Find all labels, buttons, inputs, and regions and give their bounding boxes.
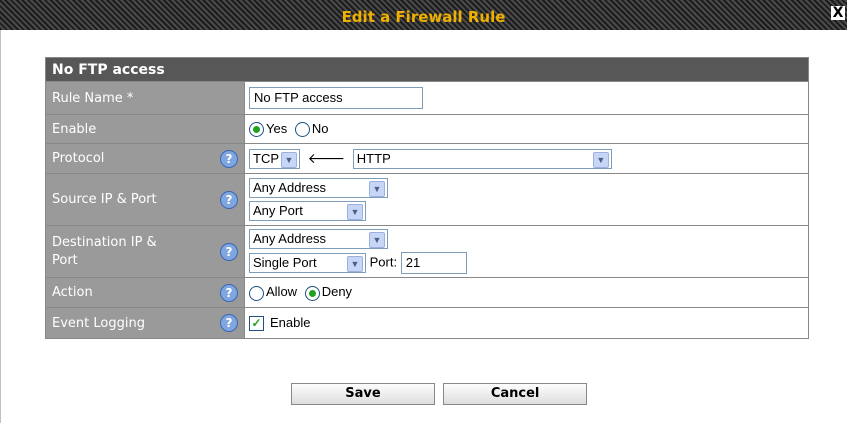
help-icon[interactable]: ?: [220, 149, 238, 168]
chevron-down-icon: ▼: [347, 204, 363, 220]
enable-row: Enable Yes No: [45, 114, 809, 144]
arrow-left-icon: 🡐: [307, 150, 346, 166]
chevron-down-icon: ▼: [347, 256, 363, 272]
destination-label: Destination IP & Port?: [45, 225, 245, 278]
action-row: Action? Allow Deny: [45, 277, 809, 308]
button-bar: Save Cancel: [291, 382, 590, 405]
left-border: [0, 30, 1, 423]
logging-label: Event Logging?: [45, 307, 245, 339]
rule-name-cell: No FTP access: [244, 81, 809, 115]
form-header-row: No FTP access: [45, 57, 809, 82]
help-icon[interactable]: ?: [220, 314, 238, 332]
service-select[interactable]: HTTP ▼: [352, 148, 612, 169]
enable-yes-label: Yes: [266, 120, 288, 136]
save-button[interactable]: Save: [291, 383, 435, 405]
enable-no-radio[interactable]: [294, 122, 310, 138]
source-port-select[interactable]: Any Port ▼: [249, 201, 366, 221]
dialog-title: Edit a Firewall Rule: [341, 8, 506, 26]
cancel-button[interactable]: Cancel: [443, 383, 588, 405]
source-label: Source IP & Port?: [45, 173, 245, 226]
rule-name-row: Rule Name * No FTP access: [45, 81, 809, 115]
enable-label: Enable: [45, 114, 245, 144]
enable-yes-radio[interactable]: [249, 122, 264, 138]
destination-port-input[interactable]: 21: [400, 252, 467, 274]
logging-cell: ✓ Enable: [244, 307, 809, 339]
rule-name-label: Rule Name *: [45, 81, 245, 115]
source-address-select[interactable]: Any Address ▼: [249, 178, 388, 198]
source-row: Source IP & Port? Any Address ▼ Any Port ▼: [45, 173, 809, 226]
action-allow-radio[interactable]: [249, 285, 264, 301]
rule-name-input[interactable]: No FTP access: [249, 87, 423, 109]
action-deny-label: Deny: [321, 284, 353, 300]
help-icon[interactable]: ?: [220, 283, 238, 302]
enable-cell: Yes No: [244, 114, 809, 144]
action-deny-radio[interactable]: [304, 285, 320, 301]
destination-row: Destination IP & Port? Any Address ▼ Sing…: [45, 225, 809, 278]
source-cell: Any Address ▼ Any Port ▼: [244, 173, 809, 226]
destination-cell: Any Address ▼ Single Port ▼ Port: 21: [244, 225, 809, 278]
action-allow-label: Allow: [266, 284, 298, 300]
protocol-row: Protocol? TCP ▼ 🡐 HTTP ▼: [45, 143, 809, 174]
action-label: Action?: [45, 277, 245, 308]
dialog-titlebar: Edit a Firewall Rule X: [0, 0, 847, 30]
help-icon[interactable]: ?: [220, 242, 238, 261]
help-icon[interactable]: ?: [220, 190, 238, 209]
destination-address-select[interactable]: Any Address ▼: [249, 229, 388, 249]
chevron-down-icon: ▼: [369, 232, 385, 248]
chevron-down-icon: ▼: [592, 151, 609, 168]
action-cell: Allow Deny: [244, 277, 809, 308]
protocol-select[interactable]: TCP ▼: [249, 148, 300, 169]
port-label: Port:: [369, 254, 398, 270]
destination-port-mode-select[interactable]: Single Port ▼: [249, 253, 366, 273]
close-icon[interactable]: X: [831, 6, 845, 20]
protocol-cell: TCP ▼ 🡐 HTTP ▼: [244, 143, 809, 174]
chevron-down-icon: ▼: [281, 151, 297, 168]
logging-checkbox-label: Enable: [270, 314, 311, 330]
form-header: No FTP access: [45, 57, 809, 82]
firewall-rule-form: No FTP access Rule Name * No FTP access …: [45, 57, 809, 339]
protocol-label: Protocol?: [45, 143, 245, 174]
logging-row: Event Logging? ✓ Enable: [45, 307, 809, 339]
enable-no-label: No: [311, 120, 329, 136]
chevron-down-icon: ▼: [369, 181, 385, 197]
logging-checkbox[interactable]: ✓: [249, 316, 264, 332]
